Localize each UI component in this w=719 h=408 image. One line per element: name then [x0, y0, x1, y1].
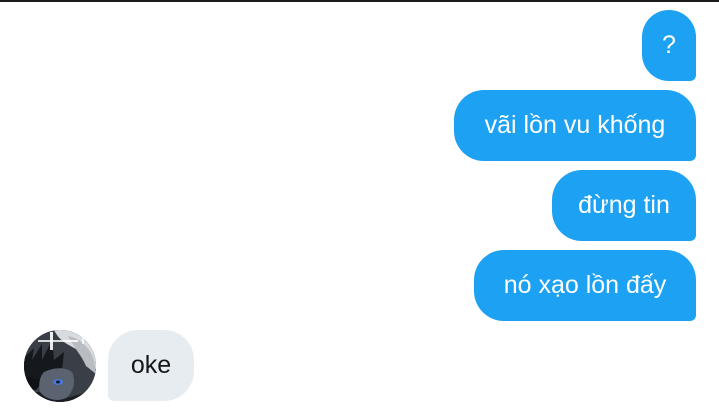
sender-avatar[interactable] — [24, 330, 96, 402]
sent-message-bubble[interactable]: nó xạo lồn đấy — [474, 250, 696, 321]
message-text: nó xạo lồn đấy — [503, 271, 667, 299]
message-thread[interactable]: ? vãi lồn vu khống đừng tin nó xạo lồn đ… — [0, 0, 719, 408]
message-text: vãi lồn vu khống — [484, 111, 666, 139]
sent-message-bubble[interactable]: vãi lồn vu khống — [454, 90, 696, 161]
message-text: đừng tin — [578, 191, 670, 219]
message-text: oke — [130, 351, 172, 379]
avatar-image-icon — [24, 330, 96, 402]
message-text: ? — [662, 31, 676, 59]
sent-message-bubble[interactable]: đừng tin — [552, 170, 696, 241]
sent-message-bubble[interactable]: ? — [642, 10, 696, 81]
received-message-bubble[interactable]: oke — [108, 330, 194, 401]
